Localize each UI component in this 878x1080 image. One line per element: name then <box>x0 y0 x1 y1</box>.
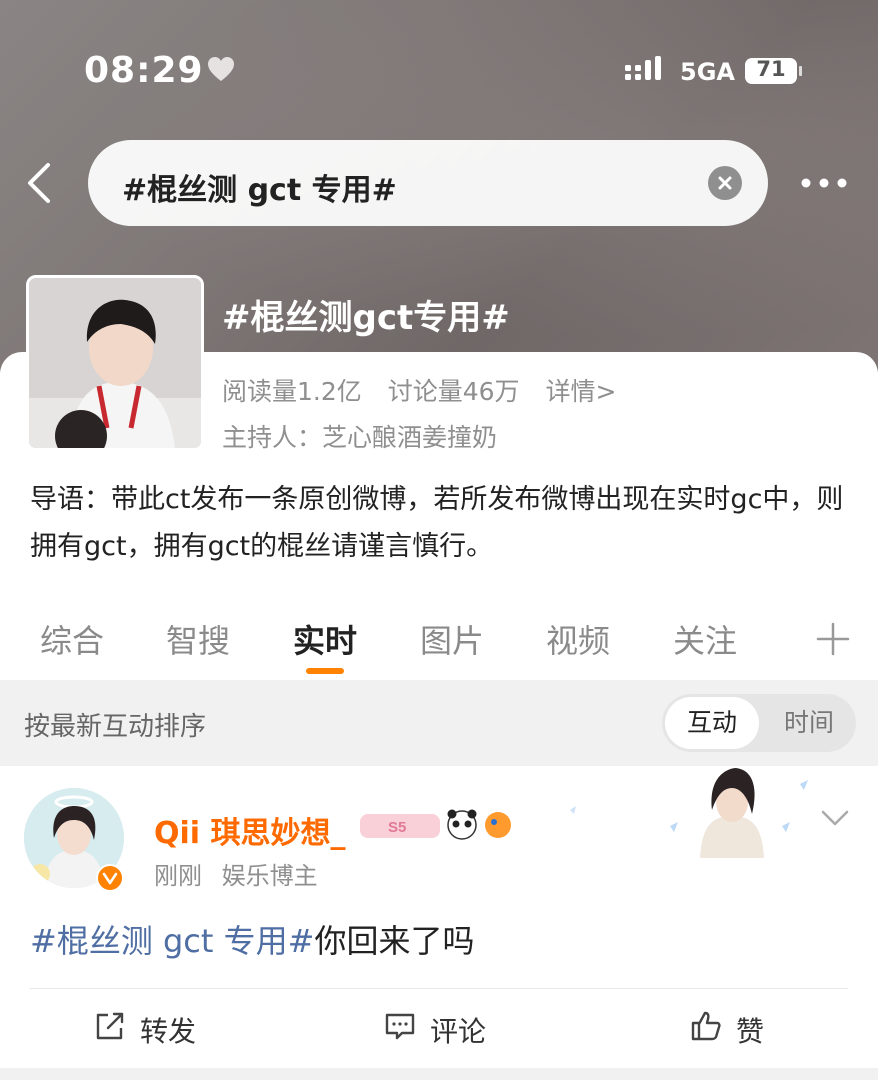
active-tab-indicator <box>306 668 344 674</box>
tab-综合[interactable]: 综合 <box>40 616 104 662</box>
post-time: 刚刚 <box>154 862 202 890</box>
post-divider <box>30 988 848 989</box>
post-card: Qii 琪思妙想_ S5 刚刚 娱乐博主 #棍丝测 gct 专用#你回来了吗 转… <box>0 766 878 1068</box>
post-body: 你回来了吗 <box>314 922 475 960</box>
repost-label: 转发 <box>140 1015 197 1048</box>
details-link[interactable]: 详情> <box>545 377 616 406</box>
more-icon[interactable] <box>800 176 848 190</box>
chevron-down-icon[interactable] <box>820 808 850 828</box>
tab-视频[interactable]: 视频 <box>546 616 610 662</box>
tab-bar: 综合 智搜 实时 图片 视频 关注 <box>0 608 878 680</box>
topic-intro: 导语：带此ct发布一条原创微博，若所发布微博出现在实时gc中，则拥有gct，拥有… <box>30 484 844 562</box>
post-username[interactable]: Qii 琪思妙想_ <box>154 808 346 852</box>
sort-bar: 按最新互动排序 互动 时间 <box>0 680 878 766</box>
status-time: 08:29 <box>84 50 204 91</box>
comment-label: 评论 <box>430 1015 487 1048</box>
search-navbar: #棍丝测 gct 专用# <box>0 140 878 228</box>
heart-icon <box>208 57 234 81</box>
tab-实时[interactable]: 实时 <box>293 616 357 662</box>
read-count: 阅读量1.2亿 <box>222 377 362 406</box>
verified-badge <box>96 864 124 892</box>
topic-host[interactable]: 主持人：芝心酿酒姜撞奶 <box>222 418 497 454</box>
sort-option-interaction[interactable]: 互动 <box>665 697 759 749</box>
search-query: #棍丝测 gct 专用# <box>122 173 397 208</box>
topic-title: #棍丝测gct专用# <box>222 298 510 338</box>
like-button[interactable]: 赞 <box>690 1008 780 1048</box>
topic-stats: 阅读量1.2亿 讨论量46万 详情> <box>222 372 634 408</box>
search-input[interactable]: #棍丝测 gct 专用# <box>88 140 768 226</box>
battery-level: 71 <box>756 57 786 81</box>
discuss-count: 讨论量46万 <box>387 377 520 406</box>
post-content: #棍丝测 gct 专用#你回来了吗 <box>30 916 474 962</box>
like-label: 赞 <box>736 1015 765 1048</box>
back-icon[interactable] <box>22 160 56 206</box>
post-meta: 刚刚 娱乐博主 <box>154 856 330 891</box>
sort-toggle: 互动 时间 <box>662 694 856 752</box>
vip-level-badge: S5 <box>388 819 406 836</box>
sort-option-time[interactable]: 时间 <box>762 697 856 749</box>
status-bar: 08:29 5GA 71 <box>0 40 878 102</box>
sort-label: 按最新互动排序 <box>24 712 207 742</box>
post-hashtag[interactable]: #棍丝测 gct 专用# <box>30 922 314 960</box>
tab-智搜[interactable]: 智搜 <box>166 616 230 662</box>
post-actions: 转发 评论 赞 <box>0 990 878 1064</box>
comment-icon <box>385 1013 415 1040</box>
repost-icon <box>96 1012 124 1040</box>
repost-button[interactable]: 转发 <box>94 1008 204 1048</box>
plus-icon[interactable] <box>816 622 850 656</box>
pendant-decoration <box>570 768 808 858</box>
clear-icon[interactable] <box>708 166 742 200</box>
signal-icon <box>625 56 661 80</box>
tab-图片[interactable]: 图片 <box>420 616 484 662</box>
topic-avatar <box>26 275 204 451</box>
like-icon <box>691 1011 721 1041</box>
post-author-role: 娱乐博主 <box>221 862 318 890</box>
tab-关注[interactable]: 关注 <box>673 616 737 662</box>
user-badges: S5 <box>360 809 511 840</box>
comment-button[interactable]: 评论 <box>384 1008 494 1048</box>
network-type: 5GA <box>680 58 735 86</box>
